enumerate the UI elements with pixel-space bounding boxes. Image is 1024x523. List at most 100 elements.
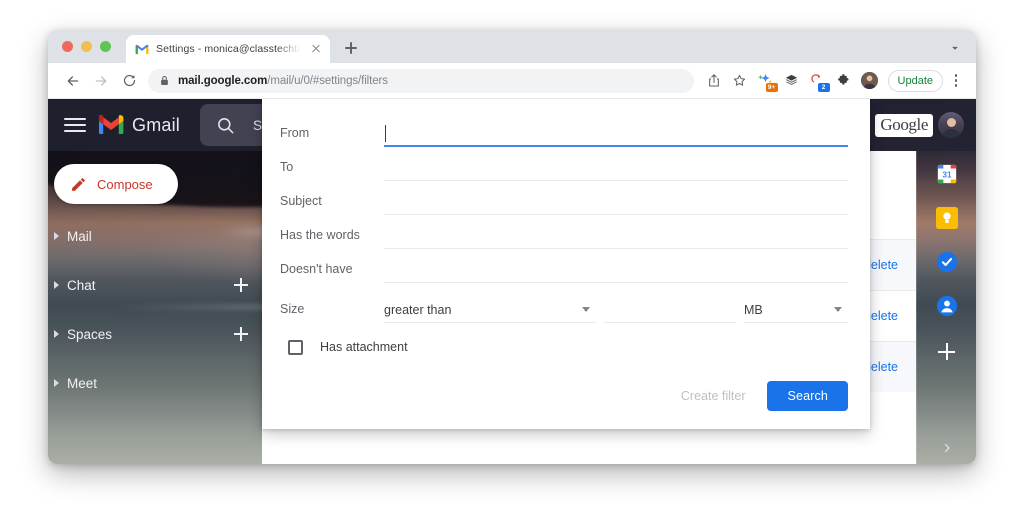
subject-label: Subject — [280, 194, 322, 208]
extension-sparkle-icon[interactable]: 9+ — [754, 69, 778, 93]
tab-close-icon[interactable] — [309, 42, 323, 56]
chevron-down-icon[interactable] — [948, 41, 962, 55]
new-tab-button[interactable] — [340, 37, 362, 59]
add-space-icon[interactable] — [234, 327, 248, 341]
add-chat-icon[interactable] — [234, 278, 248, 292]
gmail-m-icon — [98, 115, 124, 135]
keep-icon[interactable] — [935, 207, 958, 229]
has-attachment-checkbox[interactable] — [288, 339, 303, 355]
bookmark-star-icon[interactable] — [728, 69, 752, 93]
tasks-icon[interactable] — [936, 251, 958, 273]
share-icon[interactable] — [702, 69, 726, 93]
browser-window: Settings - monica@classtechti mail.googl… — [48, 30, 976, 464]
doesnt-have-label: Doesn't have — [280, 262, 353, 276]
add-app-icon[interactable] — [938, 343, 955, 360]
expand-triangle-icon — [54, 281, 59, 289]
extension-tab-icon[interactable]: 2 — [806, 69, 830, 93]
google-account-chip[interactable]: Google — [875, 112, 964, 138]
hamburger-icon[interactable] — [64, 114, 86, 136]
search-options-dialog: From To Subject Has the words Doesn't ha… — [262, 99, 870, 429]
size-operator-value: greater than — [384, 302, 452, 317]
sidebar-item-label: Mail — [67, 228, 92, 244]
close-window-button[interactable] — [62, 41, 73, 52]
has-attachment-label: Has attachment — [320, 340, 408, 354]
reload-button[interactable] — [116, 68, 142, 94]
pencil-icon — [70, 176, 87, 193]
expand-triangle-icon — [54, 330, 59, 338]
tab-title: Settings - monica@classtechti — [156, 43, 300, 55]
compose-label: Compose — [97, 176, 153, 192]
layers-icon[interactable] — [780, 69, 804, 93]
minimize-window-button[interactable] — [81, 41, 92, 52]
from-label: From — [280, 126, 310, 140]
lock-icon — [160, 75, 170, 86]
browser-tab[interactable]: Settings - monica@classtechti — [126, 35, 330, 63]
gmail-viewport: edit delete edit delete edit delete — [48, 99, 976, 464]
maximize-window-button[interactable] — [100, 41, 111, 52]
gmail-wordmark: Gmail — [132, 114, 181, 135]
tab-badge-count: 2 — [817, 82, 830, 92]
from-input[interactable] — [384, 121, 848, 147]
subject-input[interactable] — [384, 189, 848, 215]
avatar[interactable] — [938, 112, 964, 138]
expand-triangle-icon — [54, 232, 59, 240]
contacts-icon[interactable] — [936, 295, 958, 317]
forward-button[interactable] — [88, 68, 114, 94]
to-input[interactable] — [384, 155, 848, 181]
sidebar-item-label: Meet — [67, 375, 98, 391]
url-domain: mail.google.com — [178, 74, 268, 87]
search-icon — [216, 116, 235, 135]
dialog-actions: Create filter Search — [280, 367, 848, 415]
back-button[interactable] — [60, 68, 86, 94]
chevron-down-icon — [582, 307, 590, 312]
size-operator-select[interactable]: greater than — [384, 297, 596, 323]
has-the-words-label: Has the words — [280, 228, 360, 242]
collapse-panel-icon[interactable] — [941, 442, 953, 454]
size-unit-select[interactable]: MB — [744, 297, 848, 323]
gmail-logo[interactable]: Gmail — [98, 115, 180, 136]
create-filter-button[interactable]: Create filter — [677, 383, 750, 409]
search-button[interactable]: Search — [767, 381, 848, 411]
browser-toolbar: mail.google.com/mail/u/0/#settings/filte… — [48, 63, 976, 99]
to-row: To — [280, 147, 848, 181]
google-side-panel: 31 — [916, 151, 976, 464]
avatar — [861, 72, 879, 89]
gmail-sidebar: Compose Mail Chat Spaces Meet — [48, 151, 262, 464]
sparkle-badge-count: 9+ — [765, 82, 778, 92]
size-unit-value: MB — [744, 302, 763, 317]
profile-avatar-icon[interactable] — [858, 69, 882, 93]
screenshot-root: Settings - monica@classtechti mail.googl… — [0, 0, 1024, 523]
size-row: Size greater than MB — [280, 285, 848, 323]
window-controls — [62, 41, 111, 52]
doesnt-have-row: Doesn't have — [280, 249, 848, 283]
browser-menu-icon[interactable] — [946, 69, 966, 93]
sidebar-item-mail[interactable]: Mail — [48, 219, 262, 253]
to-label: To — [280, 160, 294, 174]
expand-triangle-icon — [54, 379, 59, 387]
chevron-down-icon — [834, 307, 842, 312]
subject-row: Subject — [280, 181, 848, 215]
url-text: mail.google.com/mail/u/0/#settings/filte… — [178, 75, 388, 87]
size-amount-input[interactable] — [604, 297, 736, 323]
calendar-icon[interactable]: 31 — [936, 163, 958, 185]
sidebar-item-label: Spaces — [67, 326, 113, 342]
from-row: From — [280, 113, 848, 147]
doesnt-have-input[interactable] — [384, 257, 848, 283]
google-wordmark: Google — [875, 113, 933, 137]
puzzle-extensions-icon[interactable] — [832, 69, 856, 93]
svg-text:31: 31 — [942, 171, 952, 180]
has-the-words-row: Has the words — [280, 215, 848, 249]
compose-button[interactable]: Compose — [54, 164, 178, 204]
text-cursor — [385, 125, 387, 142]
toolbar-icons: 9+ 2 Update — [702, 69, 966, 93]
has-the-words-input[interactable] — [384, 223, 848, 249]
update-button[interactable]: Update — [887, 69, 943, 92]
sidebar-item-chat[interactable]: Chat — [48, 268, 262, 302]
sidebar-item-label: Chat — [67, 277, 96, 293]
has-attachment-row: Has attachment — [280, 327, 848, 367]
sidebar-item-meet[interactable]: Meet — [48, 366, 262, 400]
address-bar[interactable]: mail.google.com/mail/u/0/#settings/filte… — [148, 68, 694, 93]
gmail-favicon-icon — [135, 42, 149, 56]
browser-tab-strip: Settings - monica@classtechti — [48, 30, 976, 63]
sidebar-item-spaces[interactable]: Spaces — [48, 317, 262, 351]
